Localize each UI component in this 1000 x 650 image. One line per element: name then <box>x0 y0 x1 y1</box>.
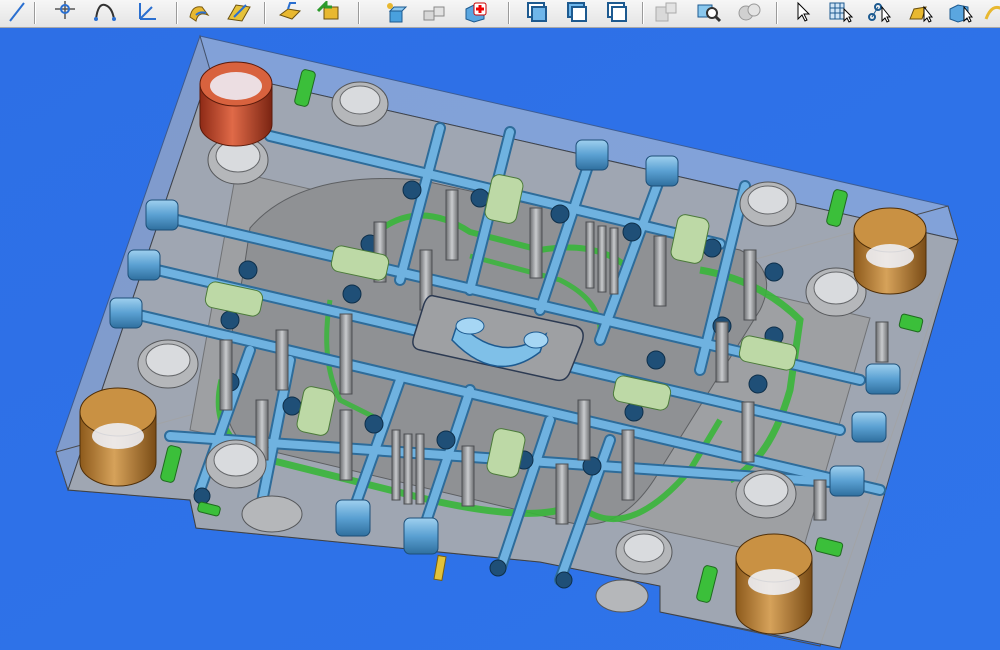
select-curve-icon <box>984 5 1000 20</box>
arc-tool-icon <box>94 3 116 21</box>
heal-solid-icon <box>465 2 487 23</box>
component-group-button[interactable] <box>420 0 450 24</box>
layer-back-button[interactable] <box>602 0 632 24</box>
arc-tool-button[interactable] <box>90 0 120 24</box>
heal-solid-button[interactable] <box>460 0 490 24</box>
line-tool-icon <box>9 2 25 22</box>
select-grid-icon <box>829 2 854 23</box>
render-settings-button[interactable] <box>734 0 764 24</box>
layer-middle-button[interactable] <box>562 0 592 24</box>
select-nodes-icon <box>868 3 892 23</box>
select-pointer-button[interactable] <box>788 0 818 24</box>
sweep-surface-icon <box>189 6 210 22</box>
zoom-find-icon <box>697 4 722 23</box>
ruled-surface-icon <box>227 4 251 22</box>
mold-plate-model[interactable] <box>0 28 1000 650</box>
layer-front-icon <box>527 2 547 22</box>
ruled-surface-button[interactable] <box>224 0 254 24</box>
select-curve-button[interactable] <box>982 0 1000 24</box>
select-nodes-button[interactable] <box>866 0 896 24</box>
properties-button[interactable] <box>652 0 682 24</box>
component-group-icon <box>423 6 445 21</box>
coordinate-axes-button[interactable] <box>132 0 162 24</box>
render-settings-icon <box>738 3 761 21</box>
layer-front-button[interactable] <box>522 0 552 24</box>
point-snap-button[interactable] <box>50 0 80 24</box>
select-body-icon <box>949 4 974 23</box>
line-tool-button[interactable] <box>2 0 32 24</box>
3d-viewport[interactable] <box>0 28 1000 650</box>
sweep-surface-button[interactable] <box>184 0 214 24</box>
select-pointer-icon <box>797 1 811 22</box>
select-faces-button[interactable] <box>906 0 936 24</box>
zoom-find-button[interactable] <box>694 0 724 24</box>
move-object-button[interactable] <box>314 0 344 24</box>
extrude-surface-button[interactable] <box>274 0 304 24</box>
layer-back-icon <box>607 2 627 22</box>
point-snap-icon <box>55 1 75 19</box>
guide-bushing-highlighted <box>199 61 273 147</box>
select-faces-icon <box>909 5 934 23</box>
select-grid-button[interactable] <box>826 0 856 24</box>
extrude-surface-icon <box>278 1 302 20</box>
insert-component-button[interactable] <box>380 0 410 24</box>
coordinate-axes-icon <box>139 3 156 20</box>
select-body-button[interactable] <box>946 0 976 24</box>
main-toolbar <box>0 0 1000 28</box>
insert-component-icon <box>387 3 408 23</box>
layer-middle-icon <box>567 2 587 22</box>
move-object-icon <box>316 1 339 20</box>
properties-disabled-icon <box>655 2 677 22</box>
